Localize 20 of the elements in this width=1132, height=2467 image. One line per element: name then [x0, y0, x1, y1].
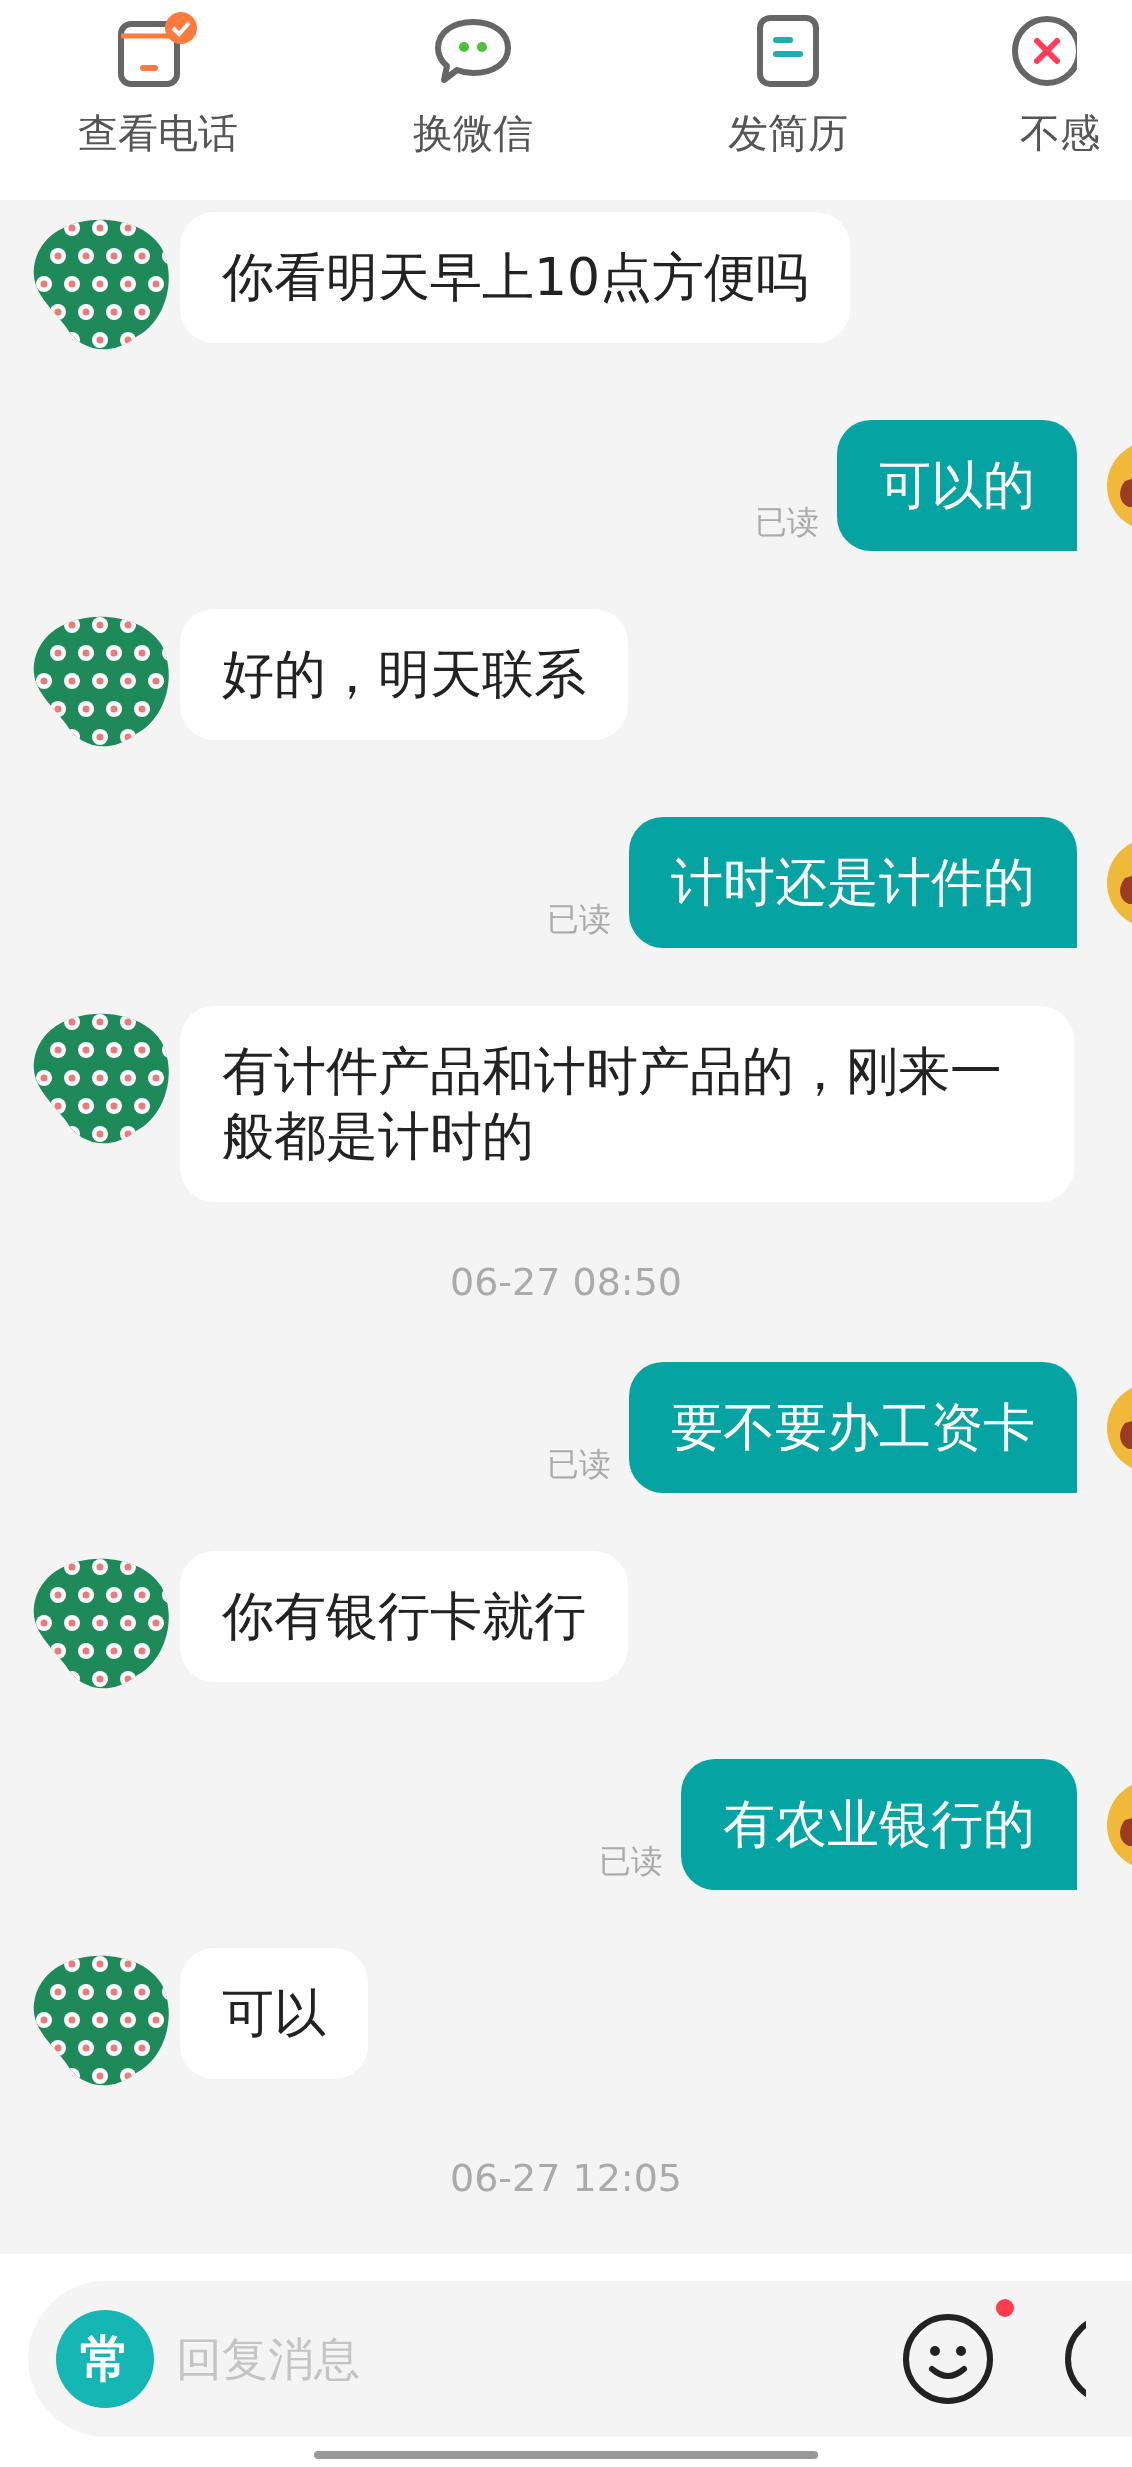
timestamp: 06-27 12:05	[450, 2156, 682, 2200]
message-bubble: 计时还是计件的	[629, 817, 1077, 948]
read-receipt: 已读	[547, 899, 611, 940]
message-bubble: 好的，明天联系	[180, 609, 628, 740]
message-bubble: 可以的	[837, 420, 1077, 551]
smiley-icon[interactable]	[902, 2313, 994, 2405]
message-bubble: 有农业银行的	[681, 1759, 1077, 1890]
action-label[interactable]: 发简历	[727, 106, 848, 161]
action-label[interactable]: 不感	[1020, 106, 1100, 161]
read-receipt: 已读	[599, 1841, 663, 1882]
message-bubble: 可以	[180, 1948, 368, 2079]
message-bubble: 有计件产品和计时产品的，刚来一般都是计时的	[180, 1006, 1074, 1202]
read-receipt: 已读	[755, 502, 819, 543]
read-receipt: 已读	[547, 1444, 611, 1485]
action-label[interactable]: 查看电话	[77, 106, 238, 161]
message-bubble: 你有银行卡就行	[180, 1551, 628, 1682]
action-label[interactable]: 换微信	[412, 106, 533, 161]
message-bubble: 你看明天早上10点方便吗	[180, 212, 851, 343]
message-bubble: 要不要办工资卡	[629, 1362, 1077, 1493]
timestamp: 06-27 08:50	[450, 1260, 682, 1304]
